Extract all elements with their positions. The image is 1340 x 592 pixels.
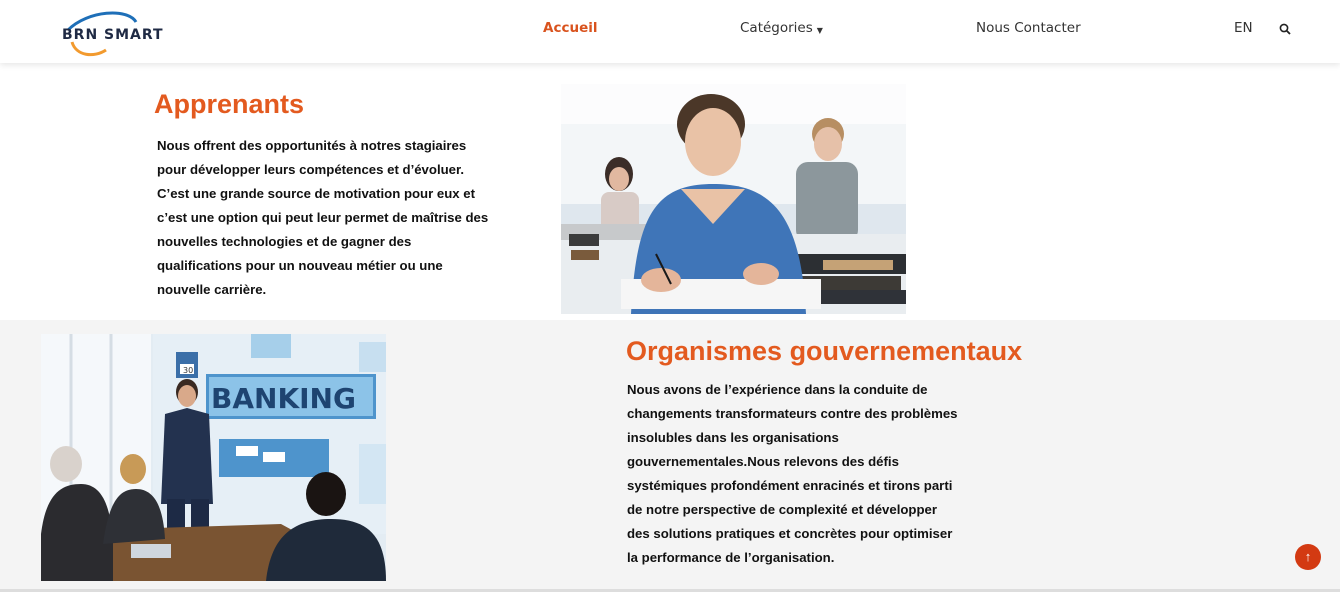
learners-line: qualifications pour un nouveau métier ou… xyxy=(157,258,443,273)
learners-line: C’est une grande source de motivation po… xyxy=(157,186,476,201)
learners-line: nouvelle carrière. xyxy=(157,282,267,297)
caret-down-icon: ▼ xyxy=(816,26,823,35)
arrow-up-icon: ↑ xyxy=(1304,549,1312,564)
nav-categories-label: Catégories xyxy=(740,20,813,36)
government-description: Nous avons de l’expérience dans la condu… xyxy=(627,378,1007,570)
government-line: la performance de l’organisation. xyxy=(627,550,835,565)
nav-contact[interactable]: Nous Contacter xyxy=(976,20,1081,36)
brand-logo[interactable]: BRN SMART xyxy=(58,8,178,60)
learners-line: c’est une option qui peut leur permet de… xyxy=(157,210,489,225)
nav-home[interactable]: Accueil xyxy=(543,20,597,36)
learners-description: Nous offrent des opportunités à notres s… xyxy=(157,134,517,302)
learners-line: pour développer leurs compétences et d’é… xyxy=(157,162,465,177)
language-switcher[interactable]: EN xyxy=(1234,20,1253,36)
government-line: des solutions pratiques et concrètes pou… xyxy=(627,526,953,541)
scroll-to-top-button[interactable]: ↑ xyxy=(1295,544,1321,570)
learners-section: Apprenants Nous offrent des opportunités… xyxy=(0,63,1340,320)
search-icon[interactable] xyxy=(1279,23,1291,35)
government-line: systémiques profondément enracinés et ti… xyxy=(627,478,953,493)
government-section: 30 BANKING Organismes gouvernementaux No… xyxy=(0,320,1340,592)
nav-categories[interactable]: Catégories ▼ xyxy=(740,20,823,36)
learners-line: Nous offrent des opportunités à notres s… xyxy=(157,138,467,153)
banking-meeting-photo: 30 BANKING xyxy=(41,334,386,581)
site-header: BRN SMART Accueil Catégories ▼ Nous Conta… xyxy=(0,0,1340,63)
government-title: Organismes gouvernementaux xyxy=(626,336,1023,366)
learners-title: Apprenants xyxy=(154,89,305,119)
government-line: insolubles dans les organisations xyxy=(627,430,839,445)
banking-text: BANKING xyxy=(211,382,356,415)
government-line: gouvernementales.Nous relevons des défis xyxy=(627,454,899,469)
calendar-number: 30 xyxy=(183,366,193,375)
students-exam-photo xyxy=(561,84,906,314)
government-line: Nous avons de l’expérience dans la condu… xyxy=(627,382,928,397)
learners-line: nouvelles technologies et de gagner des xyxy=(157,234,412,249)
logo-text: BRN SMART xyxy=(62,27,164,43)
government-line: changements transformateurs contre des p… xyxy=(627,406,958,421)
government-line: de notre perspective de complexité et dé… xyxy=(627,502,938,517)
